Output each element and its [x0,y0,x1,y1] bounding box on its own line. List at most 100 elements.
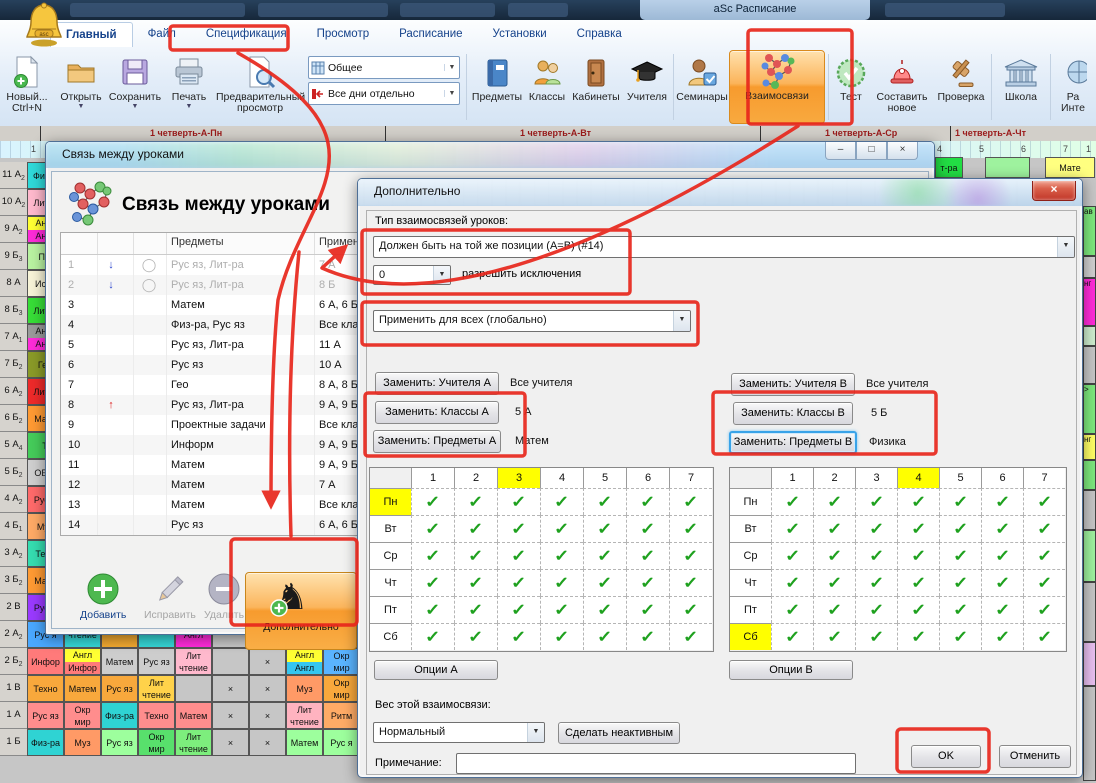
test-button[interactable]: Тест [831,48,871,126]
timetable-cell[interactable]: Окр мир [323,675,360,702]
grid-cell[interactable]: ✓ [497,515,540,542]
grid-period-header[interactable]: 3 [497,467,540,488]
rooms-button[interactable]: Кабинеты [569,48,623,126]
timetable-cell[interactable]: АнглИнфор [64,648,101,675]
relationships-button[interactable]: Взаимосвязи [729,50,825,124]
replace-teachers-b-button[interactable]: Заменить: Учителя B [731,373,855,396]
timetable-cell[interactable]: × [249,675,286,702]
grid-day-header[interactable]: Сб [369,623,411,650]
grid-cell[interactable]: ✓ [939,515,981,542]
grid-period-header[interactable]: 7 [1023,467,1065,488]
replace-subjects-a-button[interactable]: Заменить: Предметы A [373,430,501,453]
grid-cell[interactable]: ✓ [771,596,813,623]
link-type-select[interactable]: Должен быть на той же позиции (A=B) (#14… [373,236,1075,258]
grid-cell[interactable]: ✓ [1023,623,1065,650]
timetable-cell[interactable]: Рус яз [138,648,175,675]
replace-teachers-a-button[interactable]: Заменить: Учителя A [375,372,499,395]
timetable-cell[interactable]: × [249,729,286,756]
grid-day-header[interactable]: Пн [369,488,411,515]
clipped-ribbon-button[interactable]: Ра Инте [1053,48,1093,126]
grid-day-header[interactable]: Вт [729,515,771,542]
grid-period-header[interactable]: 6 [981,467,1023,488]
timetable-cell[interactable]: × [249,702,286,729]
grid-cell[interactable]: ✓ [939,542,981,569]
grid-cell[interactable]: ✓ [669,596,712,623]
grid-day-header[interactable]: Чт [729,569,771,596]
grid-day-header[interactable]: Пн [729,488,771,515]
options-a-button[interactable]: Опции A [374,660,498,680]
apply-scope-select[interactable]: Применить для всех (глобально)▼ [373,310,691,332]
timetable-cell[interactable]: Окр мир [64,702,101,729]
grid-cell[interactable]: ✓ [981,596,1023,623]
grid-cell[interactable]: ✓ [1023,569,1065,596]
grid-period-header[interactable]: 5 [939,467,981,488]
grid-period-header[interactable]: 1 [411,467,454,488]
grid-cell[interactable]: ✓ [855,569,897,596]
grid-cell[interactable]: ✓ [939,623,981,650]
classes-button[interactable]: Классы [525,48,569,126]
timetable-cell[interactable]: АнглАнгл [286,648,323,675]
grid-cell[interactable]: ✓ [771,488,813,515]
grid-cell[interactable]: ✓ [626,515,669,542]
grid-cell[interactable]: ✓ [454,515,497,542]
grid-day-header[interactable]: Пт [729,596,771,623]
timetable-cell[interactable]: Рус яз [27,702,64,729]
minimize-button[interactable]: – [825,142,856,160]
print-preview-button[interactable]: Предварительный просмотр [216,48,304,126]
timetable-cell[interactable]: Матем [101,648,138,675]
timetable-cell[interactable]: Ритм [323,702,360,729]
grid-cell[interactable]: ✓ [626,623,669,650]
asc-logo-bell-icon[interactable]: asc [22,1,66,51]
timetable-cell[interactable]: × [212,729,249,756]
advanced-button[interactable]: ♞ Дополнительно [245,572,357,650]
grid-cell[interactable]: ✓ [897,542,939,569]
grid-cell[interactable]: ✓ [669,623,712,650]
timetable-cell[interactable]: Муз [286,675,323,702]
grid-cell[interactable]: ✓ [540,488,583,515]
grid-period-header[interactable]: 1 [771,467,813,488]
grid-period-header[interactable]: 2 [813,467,855,488]
timetable-cell[interactable]: Мате [1045,157,1095,178]
grid-period-header[interactable]: 6 [626,467,669,488]
timetable-cell[interactable]: Техно [27,675,64,702]
days-mode-select[interactable]: Все дни отдельно ▼ [308,82,460,105]
grid-cell[interactable]: ✓ [771,542,813,569]
timetable-cell[interactable]: Лит чтение [138,675,175,702]
grid-cell[interactable]: ✓ [1023,515,1065,542]
grid-cell[interactable]: ✓ [981,542,1023,569]
grid-cell[interactable]: ✓ [454,488,497,515]
maximize-button[interactable]: □ [856,142,887,160]
grid-cell[interactable]: ✓ [411,596,454,623]
exceptions-select[interactable]: 0▼ [373,265,451,285]
timetable-cell[interactable]: Окр мир [138,729,175,756]
timetable-cell[interactable]: Рус яз [101,675,138,702]
school-button[interactable]: Школа [994,48,1048,126]
subjects-button[interactable]: Предметы [469,48,525,126]
timetable-cell[interactable]: Матем [64,675,101,702]
make-inactive-button[interactable]: Сделать неактивным [558,722,680,744]
note-input[interactable] [456,753,856,774]
timetable-cell[interactable]: Лит чтение [286,702,323,729]
grid-cell[interactable]: ✓ [626,596,669,623]
grid-cell[interactable]: ✓ [497,623,540,650]
grid-cell[interactable]: ✓ [813,623,855,650]
grid-day-header[interactable]: Ср [369,542,411,569]
grid-cell[interactable]: ✓ [813,569,855,596]
grid-day-header[interactable]: Вт [369,515,411,542]
timetable-cell[interactable]: Инфор [27,648,64,675]
grid-cell[interactable]: ✓ [583,623,626,650]
menu-tab-timetable[interactable]: Расписание [384,22,477,46]
add-link-button[interactable]: Добавить [80,572,126,621]
grid-cell[interactable]: ✓ [813,542,855,569]
grid-period-header[interactable]: 7 [669,467,712,488]
grid-cell[interactable]: ✓ [981,515,1023,542]
grid-cell[interactable]: ✓ [540,515,583,542]
grid-cell[interactable]: ✓ [454,596,497,623]
grid-cell[interactable]: ✓ [497,569,540,596]
timetable-cell[interactable]: × [212,702,249,729]
timetable-cell[interactable]: Лит чтение [175,729,212,756]
grid-cell[interactable]: ✓ [855,623,897,650]
grid-day-header[interactable]: Пт [369,596,411,623]
grid-cell[interactable]: ✓ [454,623,497,650]
grid-cell[interactable]: ✓ [626,542,669,569]
